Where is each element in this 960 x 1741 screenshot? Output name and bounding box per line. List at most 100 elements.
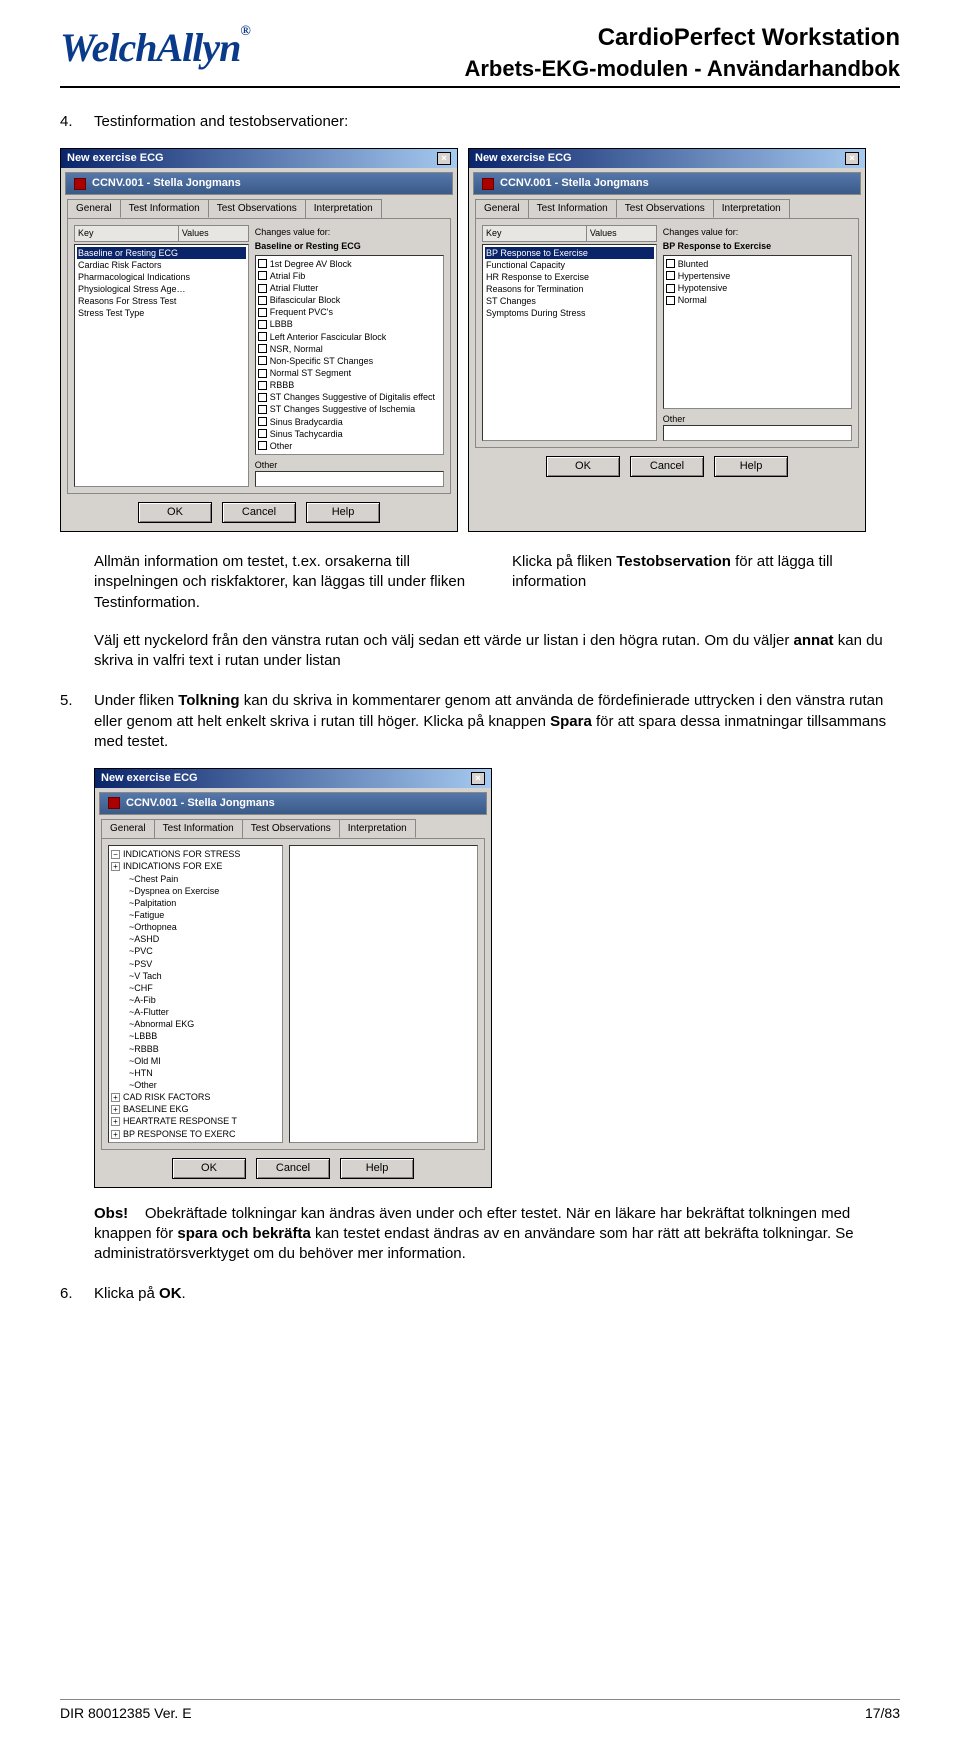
doc-title-2: Arbets-EKG-modulen - Användarhandbok xyxy=(464,56,900,82)
column-header-values[interactable]: Values xyxy=(587,225,657,241)
keys-listbox[interactable]: BP Response to Exercise Functional Capac… xyxy=(482,244,657,442)
checkbox-item[interactable]: Sinus Tachycardia xyxy=(258,428,441,440)
list-item[interactable]: Stress Test Type xyxy=(77,307,246,319)
checkbox-item[interactable]: Blunted xyxy=(666,258,849,270)
checkbox-item[interactable]: NSR, Normal xyxy=(258,343,441,355)
other-input[interactable] xyxy=(663,425,852,441)
ok-button[interactable]: OK xyxy=(138,502,212,523)
checkbox-item[interactable]: 1st Degree AV Block xyxy=(258,258,441,270)
tree-node[interactable]: +BASELINE EKG xyxy=(111,1103,280,1115)
close-icon[interactable]: × xyxy=(471,772,485,785)
close-icon[interactable]: × xyxy=(845,152,859,165)
tab-test-information[interactable]: Test Information xyxy=(528,199,617,219)
tab-test-information[interactable]: Test Information xyxy=(120,199,209,219)
column-header-values[interactable]: Values xyxy=(179,225,249,241)
column-header-key[interactable]: Key xyxy=(74,225,179,241)
tree-node[interactable]: +HEARTRATE RESPONSE T xyxy=(111,1115,280,1127)
checkbox-item[interactable]: Hypertensive xyxy=(666,270,849,282)
tree-leaf[interactable]: ~HTN xyxy=(129,1067,280,1079)
dialog-subtitle: CCNV.001 - Stella Jongmans xyxy=(99,792,487,815)
values-checklist[interactable]: Blunted Hypertensive Hypotensive Normal xyxy=(663,255,852,410)
tab-general[interactable]: General xyxy=(67,199,121,219)
tab-general[interactable]: General xyxy=(475,199,529,219)
other-input[interactable] xyxy=(255,471,444,487)
tree-node[interactable]: +BP RESPONSE TO EXERC xyxy=(111,1128,280,1140)
tree-node[interactable]: −INDICATIONS FOR STRESS xyxy=(111,848,280,860)
tree-leaf[interactable]: ~LBBB xyxy=(129,1030,280,1042)
list-item[interactable]: Physiological Stress Age… xyxy=(77,283,246,295)
keys-listbox[interactable]: Baseline or Resting ECG Cardiac Risk Fac… xyxy=(74,244,249,488)
tree-leaf[interactable]: ~ASHD xyxy=(129,933,280,945)
tab-interpretation[interactable]: Interpretation xyxy=(305,199,382,219)
interpretation-editor[interactable] xyxy=(289,845,478,1142)
help-button[interactable]: Help xyxy=(714,456,788,477)
list-item[interactable]: BP Response to Exercise xyxy=(485,247,654,259)
tree-leaf[interactable]: ~Palpitation xyxy=(129,897,280,909)
list-item[interactable]: Baseline or Resting ECG xyxy=(77,247,246,259)
tab-test-information[interactable]: Test Information xyxy=(154,819,243,839)
tab-test-observations[interactable]: Test Observations xyxy=(242,819,340,839)
checkbox-item[interactable]: Bifascicular Block xyxy=(258,294,441,306)
footer-docref: DIR 80012385 Ver. E xyxy=(60,1705,192,1721)
checkbox-item[interactable]: Hypotensive xyxy=(666,282,849,294)
patient-icon xyxy=(108,797,120,809)
checkbox-item[interactable]: Atrial Flutter xyxy=(258,282,441,294)
tab-test-observations[interactable]: Test Observations xyxy=(616,199,714,219)
patient-icon xyxy=(482,178,494,190)
tree-leaf[interactable]: ~Fatigue xyxy=(129,909,280,921)
list-item[interactable]: HR Response to Exercise xyxy=(485,271,654,283)
tree-leaf[interactable]: ~CHF xyxy=(129,982,280,994)
values-checklist[interactable]: 1st Degree AV Block Atrial Fib Atrial Fl… xyxy=(255,255,444,455)
checkbox-item[interactable]: ST Changes Suggestive of Ischemia xyxy=(258,403,441,415)
column-header-key[interactable]: Key xyxy=(482,225,587,241)
tree-leaf[interactable]: ~A-Flutter xyxy=(129,1006,280,1018)
tree-leaf[interactable]: ~A-Fib xyxy=(129,994,280,1006)
tree-leaf[interactable]: ~Abnormal EKG xyxy=(129,1018,280,1030)
help-button[interactable]: Help xyxy=(306,502,380,523)
step-6-number: 6. xyxy=(60,1284,80,1304)
tree-leaf[interactable]: ~Old MI xyxy=(129,1055,280,1067)
close-icon[interactable]: × xyxy=(437,152,451,165)
list-item[interactable]: Cardiac Risk Factors xyxy=(77,259,246,271)
list-item[interactable]: Reasons For Stress Test xyxy=(77,295,246,307)
tab-interpretation[interactable]: Interpretation xyxy=(339,819,416,839)
tree-leaf[interactable]: ~PVC xyxy=(129,945,280,957)
checkbox-item[interactable]: Frequent PVC's xyxy=(258,306,441,318)
list-item[interactable]: ST Changes xyxy=(485,295,654,307)
checkbox-item[interactable]: Left Anterior Fascicular Block xyxy=(258,331,441,343)
help-button[interactable]: Help xyxy=(340,1158,414,1179)
checkbox-item[interactable]: Sinus Bradycardia xyxy=(258,416,441,428)
tab-general[interactable]: General xyxy=(101,819,155,839)
tree-node[interactable]: +CAD RISK FACTORS xyxy=(111,1091,280,1103)
list-item[interactable]: Pharmacological Indications xyxy=(77,271,246,283)
cancel-button[interactable]: Cancel xyxy=(630,456,704,477)
tab-test-observations[interactable]: Test Observations xyxy=(208,199,306,219)
cancel-button[interactable]: Cancel xyxy=(256,1158,330,1179)
checkbox-item[interactable]: Atrial Fib xyxy=(258,270,441,282)
tab-interpretation[interactable]: Interpretation xyxy=(713,199,790,219)
interpretation-tree[interactable]: −INDICATIONS FOR STRESS +INDICATIONS FOR… xyxy=(108,845,283,1142)
checkbox-item[interactable]: Other xyxy=(258,440,441,452)
dialog-subtitle: CCNV.001 - Stella Jongmans xyxy=(473,172,861,195)
ok-button[interactable]: OK xyxy=(546,456,620,477)
list-item[interactable]: Functional Capacity xyxy=(485,259,654,271)
ok-button[interactable]: OK xyxy=(172,1158,246,1179)
tree-leaf[interactable]: ~Orthopnea xyxy=(129,921,280,933)
tree-leaf[interactable]: ~V Tach xyxy=(129,970,280,982)
checkbox-item[interactable]: Normal ST Segment xyxy=(258,367,441,379)
tree-leaf[interactable]: ~PSV xyxy=(129,958,280,970)
tree-leaf[interactable]: ~Chest Pain xyxy=(129,873,280,885)
footer-page-number: 17/83 xyxy=(865,1705,900,1721)
tree-leaf[interactable]: ~Dyspnea on Exercise xyxy=(129,885,280,897)
checkbox-item[interactable]: RBBB xyxy=(258,379,441,391)
list-item[interactable]: Symptoms During Stress xyxy=(485,307,654,319)
tree-leaf[interactable]: ~Other xyxy=(129,1079,280,1091)
checkbox-item[interactable]: Normal xyxy=(666,294,849,306)
tree-leaf[interactable]: ~RBBB xyxy=(129,1043,280,1055)
list-item[interactable]: Reasons for Termination xyxy=(485,283,654,295)
checkbox-item[interactable]: Non-Specific ST Changes xyxy=(258,355,441,367)
checkbox-item[interactable]: ST Changes Suggestive of Digitalis effec… xyxy=(258,391,441,403)
cancel-button[interactable]: Cancel xyxy=(222,502,296,523)
tree-node[interactable]: +INDICATIONS FOR EXE xyxy=(111,860,280,872)
checkbox-item[interactable]: LBBB xyxy=(258,318,441,330)
